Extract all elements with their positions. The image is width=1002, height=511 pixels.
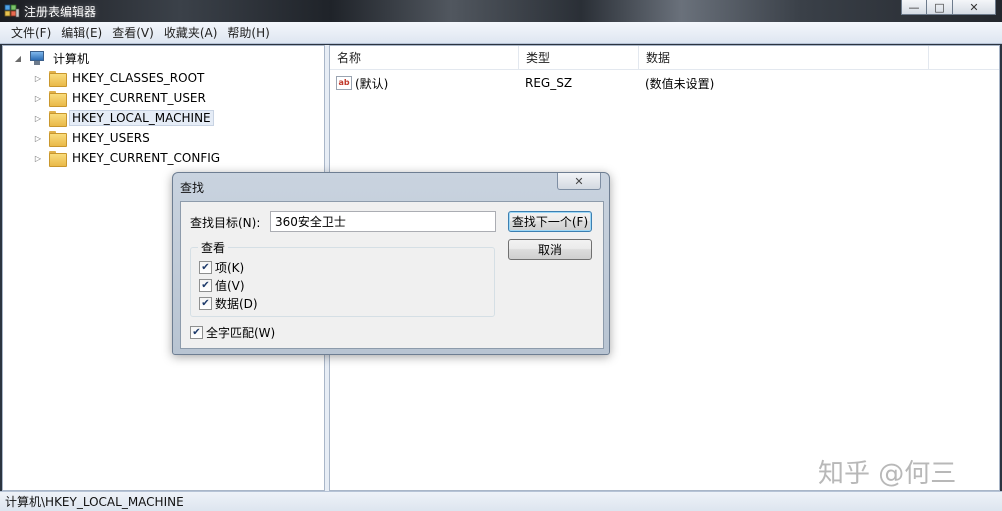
checkbox-keys[interactable]: ✔ 项(K) [199, 259, 244, 276]
computer-icon [29, 51, 45, 65]
checkbox-label: 值(V) [215, 279, 245, 293]
tree-item-hkey-users[interactable]: ▷ HKEY_USERS [33, 128, 153, 148]
checkbox-checked-icon[interactable]: ✔ [199, 279, 212, 292]
tree-item-hkey-classes-root[interactable]: ▷ HKEY_CLASSES_ROOT [33, 68, 207, 88]
status-bar: 计算机\HKEY_LOCAL_MACHINE [0, 491, 1002, 511]
maximize-icon: □ [934, 0, 945, 14]
close-icon: ✕ [574, 174, 584, 188]
menu-view[interactable]: 查看(V) [107, 24, 159, 41]
tree-item-label: HKEY_CURRENT_CONFIG [72, 151, 221, 165]
close-button[interactable]: ✕ [953, 0, 996, 15]
checkbox-label: 全字匹配(W) [206, 326, 276, 340]
tree-item-label: HKEY_CLASSES_ROOT [72, 71, 205, 85]
menu-help[interactable]: 帮助(H) [222, 24, 274, 41]
column-header-name[interactable]: 名称 [330, 46, 519, 70]
checkbox-label: 数据(D) [215, 297, 258, 311]
checkbox-data[interactable]: ✔ 数据(D) [199, 295, 258, 312]
find-target-input[interactable] [270, 211, 496, 232]
minimize-icon: — [908, 0, 920, 14]
find-next-button[interactable]: 查找下一个(F) [508, 211, 592, 232]
column-header-data[interactable]: 数据 [639, 46, 929, 70]
tree-item-label: HKEY_CURRENT_USER [72, 91, 206, 105]
list-header: 名称 类型 数据 [330, 46, 999, 70]
checkbox-checked-icon[interactable]: ✔ [199, 297, 212, 310]
folder-icon [49, 71, 67, 87]
menu-bar: 文件(F) 编辑(E) 查看(V) 收藏夹(A) 帮助(H) [0, 22, 1002, 44]
dialog-close-button[interactable]: ✕ [557, 173, 601, 190]
folder-icon [49, 91, 67, 107]
tree-item-label: HKEY_USERS [72, 131, 150, 145]
find-dialog: 查找 ✕ 查找目标(N): 查找下一个(F) 取消 查看 ✔ 项(K) ✔ 值(… [172, 172, 610, 355]
title-bar: 注册表编辑器 — □ ✕ [0, 0, 1002, 22]
tree-item-computer[interactable]: ◢ 计算机 [13, 48, 92, 68]
folder-icon [49, 111, 67, 127]
checkbox-checked-icon[interactable]: ✔ [199, 261, 212, 274]
checkbox-match-whole-string[interactable]: ✔ 全字匹配(W) [190, 324, 275, 341]
group-title: 查看 [198, 239, 229, 256]
expand-arrow-icon[interactable]: ▷ [33, 133, 43, 143]
checkbox-values[interactable]: ✔ 值(V) [199, 277, 245, 294]
tree-item-label: HKEY_LOCAL_MACHINE [69, 110, 214, 126]
expand-arrow-icon[interactable]: ▷ [33, 93, 43, 103]
expand-arrow-icon[interactable]: ▷ [33, 113, 43, 123]
menu-file[interactable]: 文件(F) [6, 24, 56, 41]
menu-edit[interactable]: 编辑(E) [56, 24, 107, 41]
tree-item-hkey-current-user[interactable]: ▷ HKEY_CURRENT_USER [33, 88, 209, 108]
column-header-type[interactable]: 类型 [519, 46, 639, 70]
maximize-button[interactable]: □ [927, 0, 953, 15]
find-target-label: 查找目标(N): [190, 216, 261, 230]
folder-icon [49, 131, 67, 147]
window-title: 注册表编辑器 [24, 5, 97, 19]
watermark: 知乎 @何三 [818, 459, 957, 489]
collapse-arrow-icon[interactable]: ◢ [13, 53, 23, 63]
look-at-group: 查看 ✔ 项(K) ✔ 值(V) ✔ 数据(D) [190, 239, 495, 317]
string-value-icon: ab [336, 76, 352, 90]
close-icon: ✕ [969, 0, 979, 14]
checkbox-label: 项(K) [215, 261, 245, 275]
dialog-body: 查找目标(N): 查找下一个(F) 取消 查看 ✔ 项(K) ✔ 值(V) ✔ … [180, 201, 604, 349]
value-name: (默认) [355, 76, 389, 91]
window-controls: — □ ✕ [901, 0, 996, 15]
minimize-button[interactable]: — [901, 0, 927, 15]
value-data: (数值未设置) [645, 76, 715, 91]
cancel-button[interactable]: 取消 [508, 239, 592, 260]
expand-arrow-icon[interactable]: ▷ [33, 153, 43, 163]
value-type: REG_SZ [525, 76, 573, 90]
tree-item-label: 计算机 [53, 51, 90, 66]
tree-item-hkey-current-config[interactable]: ▷ HKEY_CURRENT_CONFIG [33, 148, 223, 168]
tree-item-hkey-local-machine[interactable]: ▷ HKEY_LOCAL_MACHINE [33, 108, 214, 128]
dialog-title: 查找 [180, 181, 205, 195]
menu-favorites[interactable]: 收藏夹(A) [159, 24, 223, 41]
checkbox-checked-icon[interactable]: ✔ [190, 326, 203, 339]
expand-arrow-icon[interactable]: ▷ [33, 73, 43, 83]
list-item[interactable]: ab (默认) REG_SZ (数值未设置) [330, 73, 714, 93]
regedit-app-icon [4, 4, 20, 18]
folder-icon [49, 151, 67, 167]
